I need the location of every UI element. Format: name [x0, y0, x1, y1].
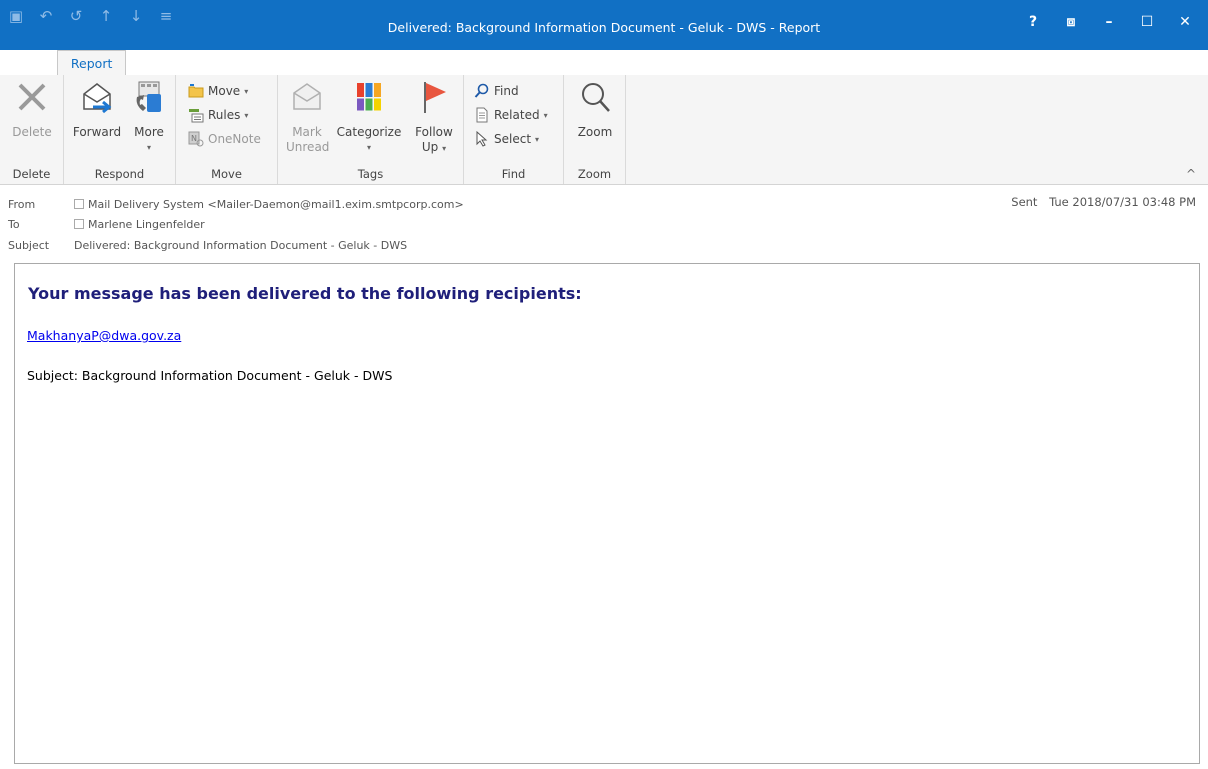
select-caret-icon: ▾: [535, 134, 540, 144]
sent-value: Tue 2018/07/31 03:48 PM: [1049, 195, 1196, 209]
mark-unread-label-1: Mark: [292, 125, 322, 139]
ribbon: Delete Delete Forward More ▾ Respond Mov…: [0, 75, 1208, 185]
magnifier-icon: [582, 83, 610, 112]
onenote-label: OneNote: [208, 132, 261, 146]
ribbon-tabs: File Report: [0, 50, 127, 75]
delete-icon: [18, 83, 46, 111]
respond-group: Forward More ▾ Respond: [64, 75, 176, 184]
zoom-button[interactable]: Zoom: [570, 79, 620, 140]
to-checkbox-icon: [74, 219, 84, 229]
move-group: Move ▾ Rules ▾ N OneNote Move: [176, 75, 278, 184]
tags-group: Mark Unread Categorize ▾ Follow Up ▾ Tag…: [278, 75, 464, 184]
group-label-respond: Respond: [94, 167, 145, 181]
more-label: More: [134, 125, 164, 139]
follow-up-label-2: Up: [421, 140, 439, 154]
related-caret-icon: ▾: [543, 110, 548, 120]
move-caret-icon: ▾: [244, 86, 249, 96]
related-label: Related: [494, 108, 540, 122]
mark-unread-icon: [293, 83, 321, 110]
tab-report[interactable]: Report: [56, 50, 127, 75]
message-body[interactable]: Your message has been delivered to the f…: [14, 263, 1200, 764]
sent-label: Sent: [1011, 195, 1038, 209]
help-icon[interactable]: ?: [1016, 12, 1050, 32]
categorize-caret-icon: ▾: [366, 143, 371, 152]
group-label-zoom: Zoom: [577, 167, 612, 181]
group-label-delete: Delete: [12, 167, 51, 181]
folder-move-icon: [188, 84, 204, 98]
minimize-icon[interactable]: –: [1092, 12, 1126, 32]
find-button[interactable]: Find: [474, 83, 519, 99]
rules-label: Rules: [208, 108, 241, 122]
cursor-icon: [476, 131, 488, 147]
group-label-find: Find: [501, 167, 526, 181]
delete-group: Delete Delete: [0, 75, 64, 184]
recipient-link[interactable]: MakhanyaP@dwa.gov.za: [27, 328, 181, 343]
subject-row: Subject Delivered: Background Informatio…: [8, 236, 407, 254]
more-icon: [136, 81, 161, 112]
collapse-ribbon-icon[interactable]: ^: [1186, 167, 1196, 181]
group-label-move: Move: [211, 167, 242, 181]
mark-unread-label-2: Unread: [286, 140, 330, 154]
zoom-label: Zoom: [577, 125, 613, 139]
svg-text:N: N: [191, 134, 197, 143]
from-value[interactable]: Mail Delivery System <Mailer-Daemon@mail…: [88, 198, 464, 211]
find-group: Find Related ▾ Select ▾ Find: [464, 75, 564, 184]
flag-icon: [424, 82, 446, 113]
more-button[interactable]: More ▾: [126, 79, 172, 155]
delete-label: Delete: [12, 125, 52, 139]
find-label: Find: [494, 84, 519, 98]
more-caret-icon: ▾: [146, 143, 151, 152]
tab-file[interactable]: File: [0, 50, 49, 75]
from-label: From: [8, 197, 36, 211]
rules-icon: [189, 109, 204, 123]
categorize-icon: [357, 83, 381, 111]
rules-button[interactable]: Rules ▾: [188, 107, 248, 123]
subject-value: Delivered: Background Information Docume…: [74, 238, 408, 252]
forward-icon: [83, 83, 112, 114]
close-icon[interactable]: ✕: [1168, 12, 1202, 32]
forward-label: Forward: [72, 125, 122, 139]
delete-button[interactable]: Delete: [4, 79, 60, 140]
select-label: Select: [494, 132, 532, 146]
move-label: Move: [208, 84, 241, 98]
categorize-label: Categorize: [336, 125, 402, 139]
select-button[interactable]: Select ▾: [474, 131, 539, 147]
maximize-icon[interactable]: ☐: [1130, 12, 1164, 32]
follow-up-label-1: Follow: [415, 125, 453, 139]
follow-up-button[interactable]: Follow Up ▾: [410, 79, 458, 156]
zoom-group: Zoom Zoom: [564, 75, 626, 184]
to-value[interactable]: Marlene Lingenfelder: [88, 218, 205, 231]
title-bar: ▣ ↶ ↺ ↑ ↓ ≡ Delivered: Background Inform…: [0, 0, 1208, 50]
move-button[interactable]: Move ▾: [188, 83, 248, 99]
related-button[interactable]: Related ▾: [474, 107, 548, 123]
subject-label: Subject: [8, 238, 50, 252]
search-icon: [474, 83, 489, 98]
sent-info: Sent Tue 2018/07/31 03:48 PM: [1011, 195, 1196, 209]
from-row: From Mail Delivery System <Mailer-Daemon…: [8, 195, 464, 213]
ribbon-display-icon[interactable]: ⧈: [1054, 12, 1088, 32]
mark-unread-button[interactable]: Mark Unread: [286, 79, 330, 155]
to-row: To Marlene Lingenfelder: [8, 215, 205, 233]
categorize-button[interactable]: Categorize ▾: [334, 79, 404, 155]
forward-button[interactable]: Forward: [70, 79, 124, 140]
delivery-heading: Your message has been delivered to the f…: [28, 284, 582, 303]
onenote-icon: N: [188, 131, 204, 147]
to-label: To: [8, 217, 20, 231]
message-header: From Mail Delivery System <Mailer-Daemon…: [0, 186, 1208, 260]
from-checkbox-icon: [74, 199, 84, 209]
window-controls: ? ⧈ – ☐ ✕: [1016, 12, 1202, 32]
follow-up-caret-icon: ▾: [442, 144, 447, 153]
related-icon: [476, 107, 488, 123]
group-label-tags: Tags: [357, 167, 384, 181]
original-subject: Subject: Background Information Document…: [27, 368, 393, 383]
onenote-button[interactable]: N OneNote: [188, 131, 261, 147]
rules-caret-icon: ▾: [244, 110, 249, 120]
